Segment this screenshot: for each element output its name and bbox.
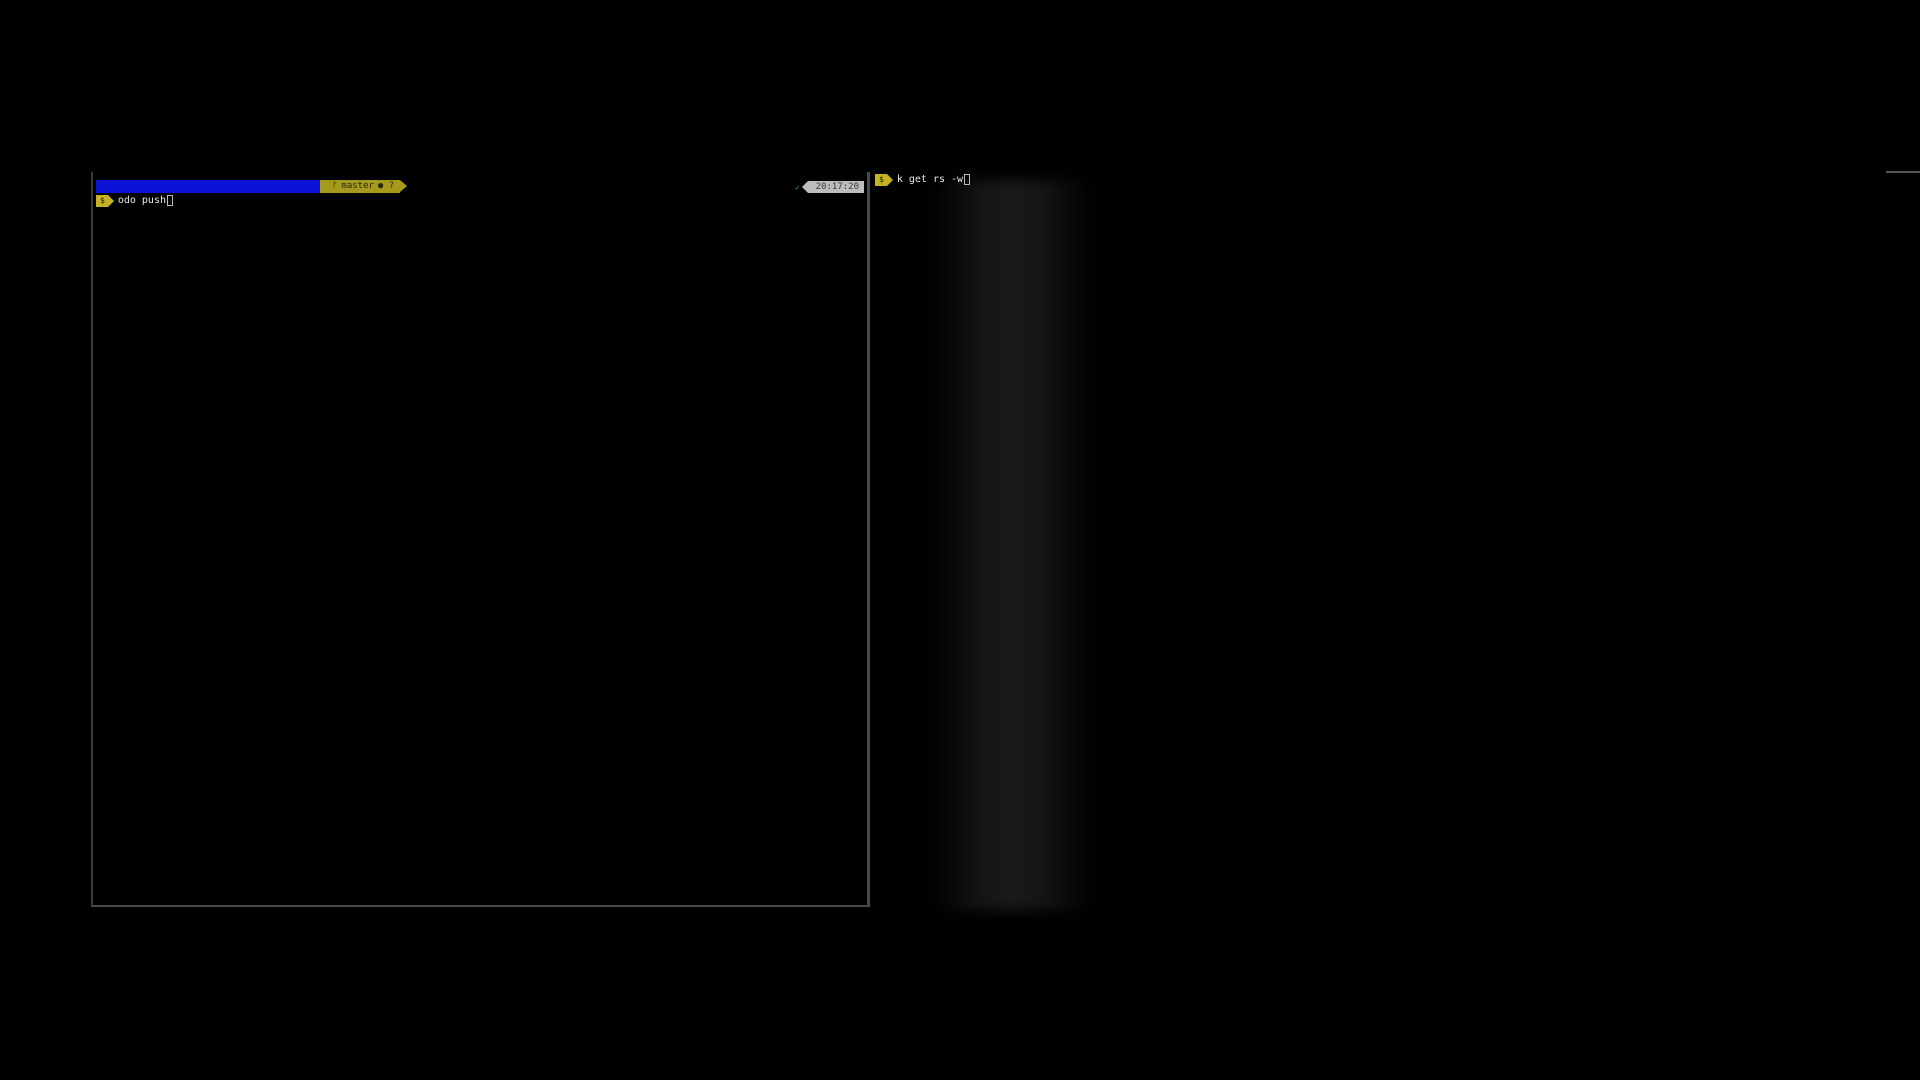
command-line[interactable]: $ k get rs -w <box>875 173 971 186</box>
command-text: odo push <box>117 195 166 206</box>
prompt-symbol: $ <box>96 194 114 207</box>
check-icon: ✓ <box>794 182 800 192</box>
git-segment: ᚠ master ● ? <box>320 180 408 193</box>
text-cursor <box>167 195 173 206</box>
right-prompt: ✓ 20:17:20 <box>795 181 864 193</box>
text-cursor <box>964 174 971 185</box>
path-segment <box>96 180 327 193</box>
left-terminal-pane[interactable]: ᚠ master ● ? ✓ 20:17:20 $ odo push <box>91 172 870 907</box>
git-branch-icon: ᚠ <box>332 181 338 191</box>
git-status-label: ● ? <box>377 181 395 191</box>
command-line[interactable]: $ odo push <box>96 194 173 207</box>
powerline-prompt: ᚠ master ● ? <box>96 180 408 193</box>
display-glow <box>932 180 1092 910</box>
command-text: k get rs -w <box>896 174 964 185</box>
desktop-screen: ᚠ master ● ? ✓ 20:17:20 $ odo push $ k g… <box>0 0 1920 1080</box>
right-terminal-pane[interactable]: $ k get rs -w <box>872 170 1920 910</box>
prompt-symbol: $ <box>875 173 893 186</box>
time-segment: 20:17:20 <box>801 181 864 193</box>
git-branch-label: master <box>341 181 374 191</box>
pane-divider-mark <box>1886 171 1920 173</box>
